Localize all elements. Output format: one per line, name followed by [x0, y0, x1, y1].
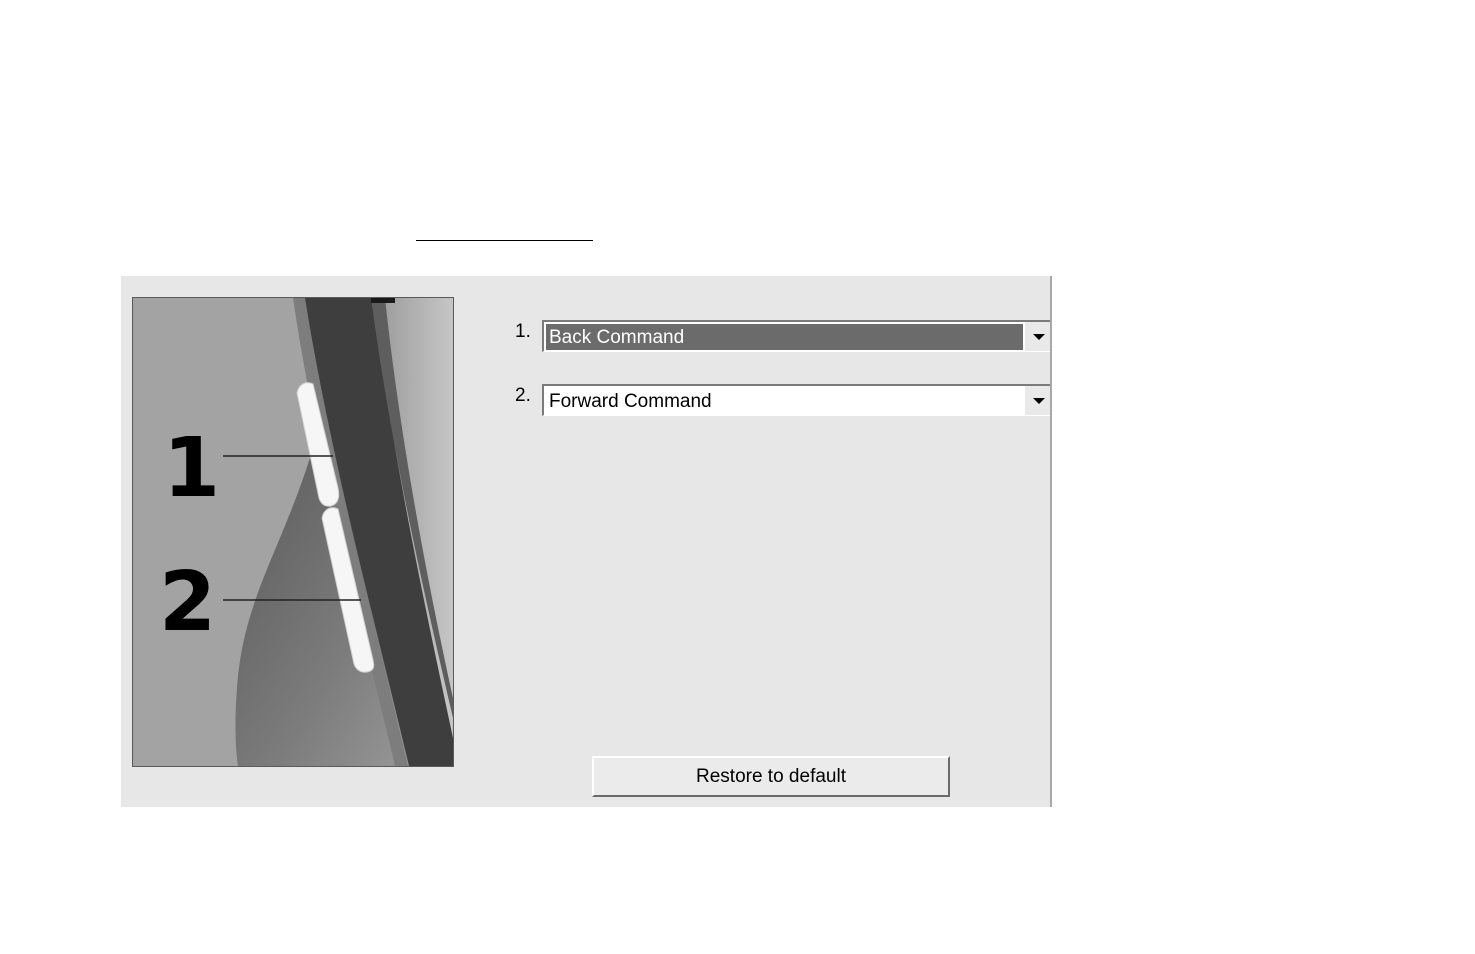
restore-default-button[interactable]: Restore to default [592, 756, 950, 797]
button-assignment-panel: 1 2 1. Back Command 2. Forward Command R… [121, 276, 1052, 807]
page: 1 2 1. Back Command 2. Forward Command R… [0, 0, 1475, 954]
command-1-value: Back Command [546, 324, 1023, 350]
chevron-down-icon[interactable] [1024, 386, 1050, 415]
mouse-side-buttons-illustration: 1 2 [132, 297, 454, 767]
command-2-value: Forward Command [549, 391, 712, 412]
command-1-number: 1. [515, 321, 531, 342]
callout-label-1: 1 [163, 421, 220, 516]
chevron-down-icon[interactable] [1024, 322, 1050, 351]
command-1-dropdown[interactable]: Back Command [542, 320, 1050, 352]
divider-line [416, 240, 593, 241]
command-2-number: 2. [515, 385, 531, 406]
mouse-side-image: 1 2 [133, 298, 453, 766]
command-2-dropdown[interactable]: Forward Command [542, 384, 1050, 416]
callout-label-2: 2 [159, 555, 216, 650]
